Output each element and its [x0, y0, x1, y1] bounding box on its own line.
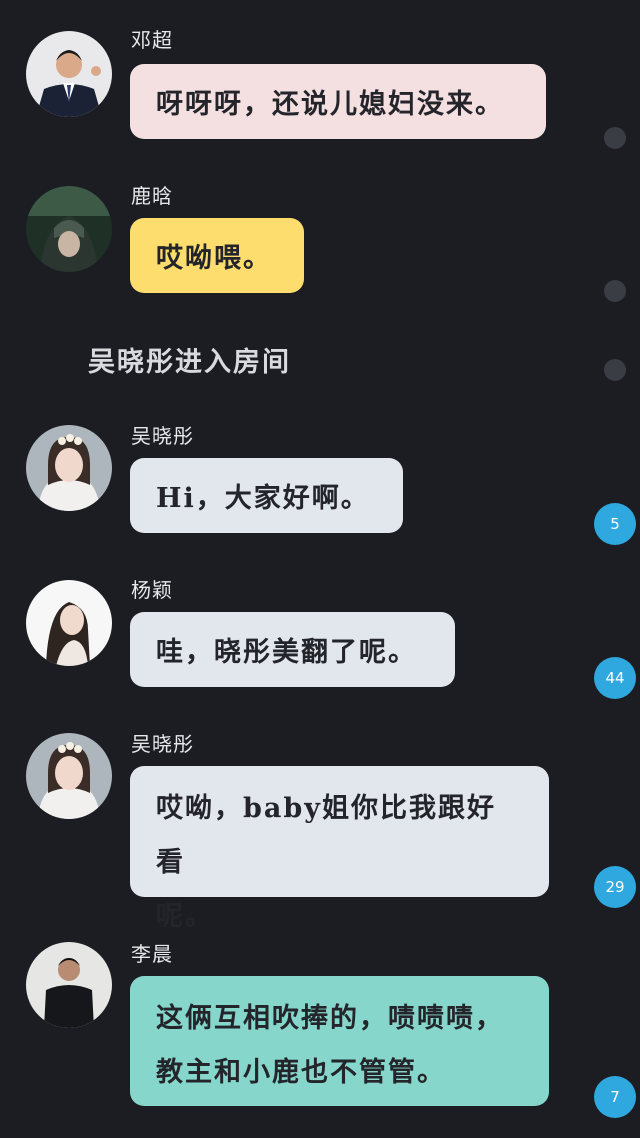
message-bubble[interactable]: Hi，大家好啊。 [130, 458, 403, 533]
sender-name: 李晨 [131, 942, 173, 966]
avatar-wuxiaotong-icon[interactable] [26, 733, 112, 819]
message-text: 哎呦喂。 [156, 243, 272, 274]
avatar-luhan-icon[interactable] [26, 186, 112, 272]
sender-name: 吴晓彤 [131, 732, 194, 756]
avatar-lichen-icon[interactable] [26, 942, 112, 1028]
message-bubble[interactable]: 哎呦喂。 [130, 218, 304, 293]
indicator-dot [604, 127, 626, 149]
message-bubble[interactable]: 这俩互相吹捧的，啧啧啧， 教主和小鹿也不管管。 [130, 976, 549, 1106]
sender-name: 鹿晗 [131, 184, 173, 208]
message-text-line: 教主和小鹿也不管管。 [156, 1057, 446, 1088]
message-text-line: 这俩互相吹捧的，啧啧啧， [156, 1003, 504, 1034]
avatar-yangying-icon[interactable] [26, 580, 112, 666]
count-badge[interactable]: 7 [594, 1076, 636, 1118]
message-bubble[interactable]: 哎呦，baby姐你比我跟好看 呢。 [130, 766, 549, 932]
message-text-line: 哎呦，baby姐你比我跟好看 [156, 793, 496, 878]
sender-name: 杨颖 [131, 578, 173, 602]
message-bubble[interactable]: 哇，晓彤美翻了呢。 [130, 612, 455, 687]
message-text: 呀呀呀，还说儿媳妇没来。 [156, 89, 504, 120]
count-badge[interactable]: 5 [594, 503, 636, 545]
indicator-dot [604, 359, 626, 381]
message-bubble[interactable]: 呀呀呀，还说儿媳妇没来。 [130, 64, 546, 139]
indicator-dot [604, 280, 626, 302]
avatar-wuxiaotong-icon[interactable] [26, 425, 112, 511]
message-text-line: 呢。 [156, 901, 214, 932]
message-text: 哇，晓彤美翻了呢。 [156, 637, 417, 668]
count-badge[interactable]: 44 [594, 657, 636, 699]
system-notice: 吴晓彤进入房间 [88, 347, 291, 378]
count-badge[interactable]: 29 [594, 866, 636, 908]
message-text: Hi，大家好啊。 [156, 483, 370, 514]
avatar-dengchao-icon[interactable] [26, 31, 112, 117]
sender-name: 吴晓彤 [131, 424, 194, 448]
sender-name: 邓超 [131, 28, 173, 52]
